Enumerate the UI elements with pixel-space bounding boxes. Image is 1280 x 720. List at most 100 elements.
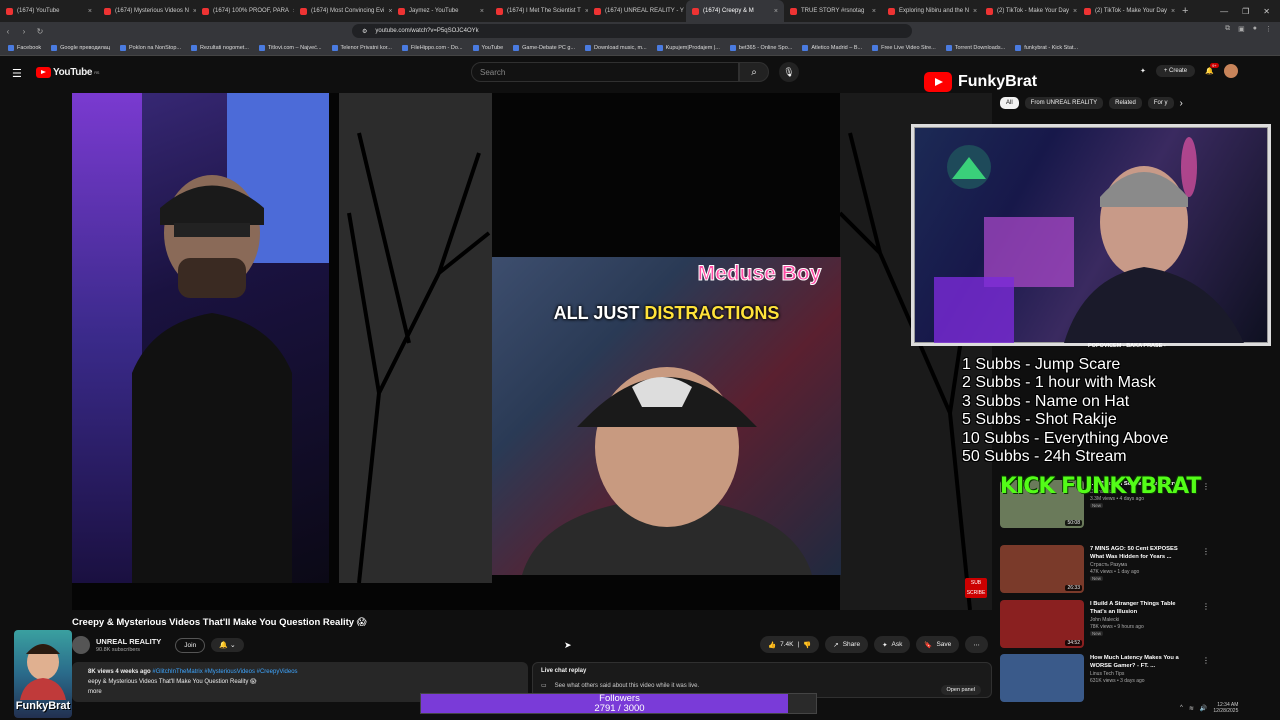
hamburger-menu-icon[interactable]: ☰ — [12, 67, 22, 80]
close-tab-icon[interactable]: × — [480, 8, 484, 15]
bookmark-item[interactable]: Kupujem|Prodajem |... — [656, 44, 720, 51]
bookmark-item[interactable]: Rezultati nogomet... — [191, 44, 249, 51]
browser-tab[interactable]: (1674) 100% PROOF, PARA× — [196, 0, 294, 22]
browser-tab[interactable]: Exploring Nibiru and the N × — [882, 0, 980, 22]
bookmark-item[interactable]: bet365 - Online Spo... — [729, 44, 792, 51]
bookmark-item[interactable]: Poklon na NonStop... — [120, 44, 181, 51]
system-clock[interactable]: 12:34 AM 12/28/2025 — [1213, 702, 1238, 714]
create-button[interactable]: + Create — [1155, 65, 1196, 77]
browser-tab[interactable]: (2) TikTok - Make Your Day × — [980, 0, 1078, 22]
subscription-bell-button[interactable]: 🔔 ⌄ — [211, 638, 244, 652]
reactor-camera-feed — [72, 93, 329, 583]
maximize-icon[interactable]: ❐ — [1242, 7, 1249, 16]
close-tab-icon[interactable]: × — [973, 8, 977, 15]
recommended-video[interactable]: 34:52 I Build A Stranger Things Table Tha… — [1000, 600, 1210, 648]
video-thumbnail[interactable] — [1000, 654, 1084, 702]
description-hashtags[interactable]: #GlitchInTheMatrix #MysteriousVideos #Cr… — [152, 669, 297, 675]
bookmark-item[interactable]: Download music, m... — [585, 44, 647, 51]
close-tab-icon[interactable]: × — [88, 8, 92, 15]
like-button[interactable]: 👍 7.4K | 👎 — [760, 636, 820, 653]
forward-icon[interactable]: › — [16, 27, 32, 36]
profile-icon[interactable]: ● — [1253, 25, 1257, 33]
volume-icon[interactable]: 🔊 — [1200, 705, 1207, 712]
voice-search-button[interactable]: 🎙 — [779, 62, 799, 82]
new-tab-button[interactable]: + — [1176, 5, 1194, 17]
filter-chip[interactable]: From UNREAL REALITY — [1024, 97, 1104, 109]
channel-avatar[interactable] — [72, 636, 90, 654]
browser-tab[interactable]: (1674) I Met The Scientist T × — [490, 0, 588, 22]
video-thumbnail[interactable]: 26:33 — [1000, 545, 1084, 593]
bookmark-label: Kupujem|Prodajem |... — [665, 44, 720, 51]
menu-icon[interactable]: ⋮ — [1265, 25, 1272, 33]
bookmark-label: Google преводилац — [60, 44, 111, 51]
notifications-button[interactable]: 🔔 9+ — [1205, 63, 1219, 75]
wifi-icon[interactable]: ≋ — [1189, 705, 1194, 712]
recommended-video[interactable]: How Much Latency Makes You a WORSE Gamer… — [1000, 654, 1210, 702]
bookmark-item[interactable]: Telenor Privatni kor... — [331, 44, 392, 51]
browser-tab[interactable]: Jaymez - YouTube × — [392, 0, 490, 22]
reload-icon[interactable]: ↻ — [32, 27, 48, 36]
bookmark-item[interactable]: Torrent Downloads... — [945, 44, 1005, 51]
browser-tab-bar: (1674) YouTube × (1674) Mysterious Videos … — [0, 0, 1280, 22]
search-input[interactable]: Search — [471, 62, 739, 82]
webcam-scene — [934, 137, 1244, 343]
browser-tab[interactable]: (2) TikTok - Make Your Day × — [1078, 0, 1176, 22]
browser-tab[interactable]: TRUE STORY #rsnotag × — [784, 0, 882, 22]
bookmark-label: Telenor Privatni kor... — [340, 44, 392, 51]
recommended-video[interactable]: 26:33 7 MINS AGO: 50 Cent EXPOSES What Wa… — [1000, 545, 1210, 593]
clip-main-caption: ALL JUST DISTRACTIONS — [492, 303, 841, 324]
open-panel-button[interactable]: Open panel — [940, 685, 981, 695]
close-tab-icon[interactable]: × — [872, 8, 876, 15]
browser-tab[interactable]: (1674) Creepy & M × — [686, 0, 784, 22]
save-button[interactable]: 🔖 Save — [916, 636, 960, 653]
close-tab-icon[interactable]: × — [1171, 8, 1175, 15]
thumbs-down-icon[interactable]: 👎 — [803, 641, 811, 649]
bookmark-item[interactable]: funkybrat - Kick Stat... — [1015, 44, 1078, 51]
browser-tab[interactable]: (1674) UNREAL REALITY - Y× — [588, 0, 686, 22]
minimize-icon[interactable]: — — [1220, 7, 1228, 16]
extension-icon[interactable]: ⧉ — [1225, 25, 1230, 33]
filter-chip[interactable]: All — [1000, 97, 1019, 109]
share-button[interactable]: ↗ Share — [825, 636, 869, 653]
bookmark-item[interactable]: YouTube — [472, 44, 503, 51]
search-button[interactable]: ⌕ — [739, 62, 769, 82]
close-tab-icon[interactable]: × — [774, 8, 778, 15]
bookmark-item[interactable]: Facebook — [8, 44, 41, 51]
cast-icon[interactable]: ✦ — [1140, 67, 1146, 75]
bookmark-item[interactable]: FileHippo.com - Do... — [401, 44, 463, 51]
site-info-icon[interactable]: ⚙ — [362, 28, 367, 35]
youtube-logo[interactable]: YouTube RS — [36, 67, 99, 78]
close-tab-icon[interactable]: × — [1073, 8, 1077, 15]
more-options-icon[interactable]: ⋮ — [1202, 547, 1210, 556]
join-button[interactable]: Join — [175, 637, 206, 653]
video-player[interactable]: Meduse Boy ALL JUST DISTRACTIONS SUB SCR… — [72, 93, 992, 610]
tray-chevron-icon[interactable]: ^ — [1180, 705, 1183, 711]
browser-tab[interactable]: (1674) YouTube × — [0, 0, 98, 22]
chevron-right-icon[interactable]: › — [1180, 98, 1183, 109]
channel-name[interactable]: UNREAL REALITY — [96, 637, 161, 646]
ask-button[interactable]: ✦ Ask — [874, 636, 911, 653]
more-actions-button[interactable]: ⋯ — [965, 636, 988, 653]
more-options-icon[interactable]: ⋮ — [1202, 482, 1210, 491]
bookmark-item[interactable]: Atletico Madrid – B... — [802, 44, 862, 51]
account-avatar[interactable] — [1223, 64, 1238, 78]
recommended-video-meta: 78K views • 9 hours ago — [1090, 624, 1144, 630]
filter-chip[interactable]: For y — [1147, 97, 1174, 109]
bookmark-item[interactable]: Game-Debate PC g... — [513, 44, 575, 51]
bookmark-item[interactable]: Google преводилац — [51, 44, 111, 51]
bookmarks-bar: Facebook Google преводилац Poklon na NonSt… — [0, 40, 1280, 56]
recommended-video-meta: 47K views • 1 day ago — [1090, 569, 1140, 575]
sidebar-icon[interactable]: ▣ — [1238, 25, 1245, 33]
video-thumbnail[interactable]: 34:52 — [1000, 600, 1084, 648]
back-icon[interactable]: ‹ — [0, 27, 16, 36]
more-options-icon[interactable]: ⋮ — [1202, 602, 1210, 611]
url-omnibox[interactable]: ⚙ youtube.com/watch?v=P5qSOJC4OYk — [352, 24, 912, 38]
more-options-icon[interactable]: ⋮ — [1202, 656, 1210, 665]
filter-chip[interactable]: Related — [1109, 97, 1142, 109]
bookmark-item[interactable]: Titlovi.com – Najveć... — [258, 44, 322, 51]
close-icon[interactable]: ✕ — [1263, 7, 1270, 16]
browser-tab[interactable]: (1674) Most Convincing Evi × — [294, 0, 392, 22]
bookmark-item[interactable]: Free Live Video Stre... — [872, 44, 936, 51]
bell-icon: 🔔 — [1205, 68, 1214, 75]
browser-tab[interactable]: (1674) Mysterious Videos N × — [98, 0, 196, 22]
